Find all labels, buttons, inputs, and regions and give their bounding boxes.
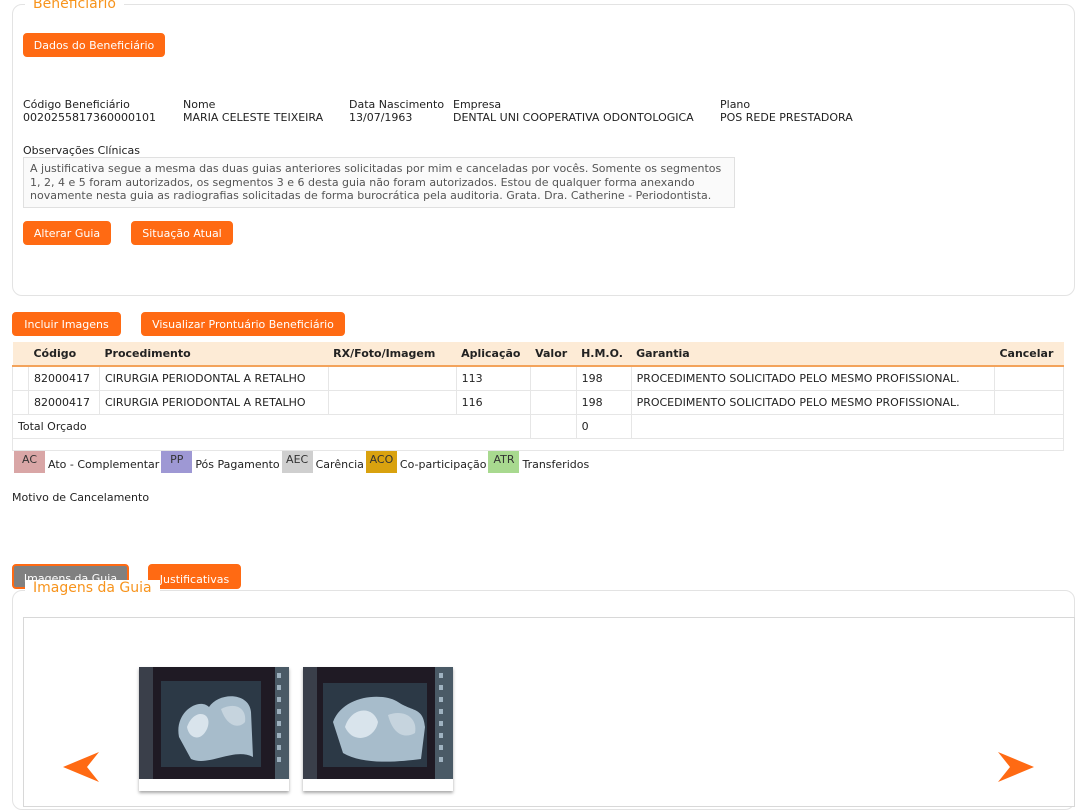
cell-hmo: 198 <box>575 389 632 415</box>
legend-label-aec: Carência <box>315 457 364 471</box>
codigo-beneficiario-value: 0020255817360000101 <box>23 111 156 124</box>
blank-row <box>12 437 1064 451</box>
nome-label: Nome <box>183 98 216 111</box>
legend-chip-ac: AC <box>14 451 45 473</box>
cell-codigo: 82000417 <box>27 389 100 415</box>
header-valor: Valor <box>530 342 577 367</box>
situacao-atual-button[interactable]: Situação Atual <box>131 221 233 245</box>
table-header-row: Código Procedimento RX/Foto/Imagem Aplic… <box>12 342 1064 367</box>
nome-field: Nome MARIA CELESTE TEIXEIRA <box>183 98 323 124</box>
header-rx: RX/Foto/Imagem <box>328 342 457 367</box>
data-nascimento-label: Data Nascimento <box>349 98 445 111</box>
cell-rx <box>327 365 457 391</box>
cell-garantia: PROCEDIMENTO SOLICITADO PELO MESMO PROFI… <box>630 365 995 391</box>
total-row: Total Orçado 0 <box>12 413 1065 439</box>
alterar-guia-button[interactable]: Alterar Guia <box>23 221 111 245</box>
codigo-beneficiario-label: Código Beneficiário <box>23 98 130 111</box>
header-codigo: Código <box>28 342 100 367</box>
plano-label: Plano <box>720 98 751 111</box>
procedures-table: Código Procedimento RX/Foto/Imagem Aplic… <box>12 342 1065 451</box>
tab-justificativas[interactable]: Justificativas <box>148 564 241 589</box>
data-nascimento-field: Data Nascimento 13/07/1963 <box>349 98 444 124</box>
header-aplicacao: Aplicação <box>456 342 531 367</box>
empresa-label: Empresa <box>453 98 502 111</box>
cell-valor <box>529 389 577 415</box>
header-spacer <box>12 342 29 367</box>
legend-label-atr: Transferidos <box>522 457 590 471</box>
status-legend: AC Ato - Complementar PP Pós Pagamento A… <box>14 451 591 473</box>
total-rest <box>630 413 1065 439</box>
imagens-legend: Imagens da Guia <box>25 580 160 596</box>
next-arrow-icon[interactable] <box>998 752 1034 782</box>
plano-field: Plano POS REDE PRESTADORA <box>720 98 853 124</box>
cell-aplicacao: 113 <box>455 365 531 391</box>
header-garantia: Garantia <box>631 342 995 367</box>
total-valor <box>529 413 577 439</box>
header-procedimento: Procedimento <box>99 342 329 367</box>
cell-procedimento: CIRURGIA PERIODONTAL A RETALHO <box>98 365 329 391</box>
cell-codigo: 82000417 <box>27 365 100 391</box>
header-hmo: H.M.O. <box>576 342 632 367</box>
cell-valor <box>529 365 577 391</box>
cell-rx <box>327 389 457 415</box>
total-label: Total Orçado <box>12 413 531 439</box>
data-nascimento-value: 13/07/1963 <box>349 111 413 124</box>
observacoes-clinicas-text[interactable]: A justificativa segue a mesma das duas g… <box>23 157 735 208</box>
blank-cell <box>12 437 1064 451</box>
xray-image-1-icon <box>139 667 289 779</box>
visualizar-prontuario-button[interactable]: Visualizar Prontuário Beneficiário <box>141 312 345 336</box>
plano-value: POS REDE PRESTADORA <box>720 111 853 124</box>
table-row: 82000417 CIRURGIA PERIODONTAL A RETALHO … <box>12 389 1065 415</box>
header-cancelar: Cancelar <box>994 342 1064 367</box>
beneficiario-legend: Beneficiário <box>25 0 124 12</box>
xray-thumbnail-2[interactable] <box>303 667 453 791</box>
observacoes-clinicas-label: Observações Clínicas <box>23 144 141 157</box>
cell-cancelar[interactable] <box>993 365 1065 391</box>
cell-garantia: PROCEDIMENTO SOLICITADO PELO MESMO PROFI… <box>630 389 995 415</box>
empresa-field: Empresa DENTAL UNI COOPERATIVA ODONTOLOG… <box>453 98 694 124</box>
cell-hmo: 198 <box>575 365 632 391</box>
row-spacer <box>12 389 29 415</box>
xray-image-2-icon <box>303 667 453 779</box>
cell-procedimento: CIRURGIA PERIODONTAL A RETALHO <box>98 389 329 415</box>
empresa-value: DENTAL UNI COOPERATIVA ODONTOLOGICA <box>453 111 694 124</box>
legend-label-ac: Ato - Complementar <box>48 457 160 471</box>
xray-thumbnail-1[interactable] <box>139 667 289 791</box>
legend-label-pp: Pós Pagamento <box>195 457 280 471</box>
previous-arrow-icon[interactable] <box>63 752 99 782</box>
legend-chip-aec: AEC <box>281 451 313 473</box>
table-row: 82000417 CIRURGIA PERIODONTAL A RETALHO … <box>12 365 1065 391</box>
codigo-beneficiario-field: Código Beneficiário 0020255817360000101 <box>23 98 156 124</box>
total-value: 0 <box>575 413 632 439</box>
legend-chip-pp: PP <box>161 451 193 473</box>
incluir-imagens-button[interactable]: Incluir Imagens <box>12 312 121 336</box>
dados-beneficiario-button[interactable]: Dados do Beneficiário <box>23 33 165 57</box>
cell-cancelar[interactable] <box>993 389 1065 415</box>
nome-value: MARIA CELESTE TEIXEIRA <box>183 111 324 124</box>
legend-label-aco: Co-participação <box>399 457 487 471</box>
legend-chip-aco: ACO <box>365 451 397 473</box>
row-spacer <box>12 365 29 391</box>
legend-chip-atr: ATR <box>488 451 520 473</box>
beneficiario-panel <box>12 4 1075 296</box>
motivo-cancelamento-label: Motivo de Cancelamento <box>12 491 150 504</box>
cell-aplicacao: 116 <box>455 389 531 415</box>
